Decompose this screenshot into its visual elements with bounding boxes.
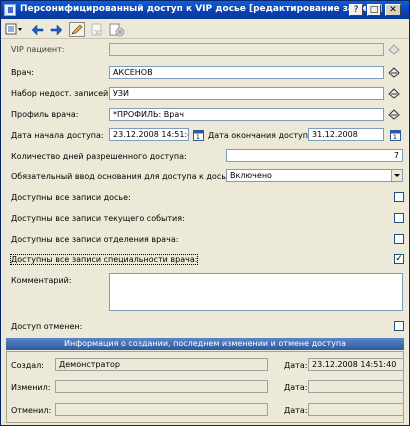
all-dossier-checkbox[interactable]	[394, 192, 404, 202]
revoked-by-field	[55, 403, 268, 416]
access-revoked-checkbox[interactable]	[394, 321, 404, 331]
access-end-field[interactable]: 31.12.2008	[308, 128, 384, 141]
created-date-field: 23.12.2008 14:51:40	[308, 358, 404, 371]
forward-icon[interactable]	[49, 22, 63, 37]
svg-text:1: 1	[393, 134, 397, 141]
title-bar[interactable]: Персонифицированный доступ к VIP досье […	[1, 1, 409, 19]
doctor-profile-field[interactable]: *ПРОФИЛЬ: Врач	[109, 108, 384, 121]
doctor-profile-select-icon[interactable]	[388, 109, 400, 120]
checkmark-icon: ✓	[395, 254, 403, 264]
delete-icon[interactable]	[89, 22, 105, 37]
back-icon[interactable]	[31, 22, 45, 37]
unavailable-set-select-icon[interactable]	[388, 88, 400, 99]
all-department-checkbox[interactable]	[394, 234, 404, 244]
revoked-date-label: Дата:	[284, 406, 308, 415]
access-start-field[interactable]: 23.12.2008 14:51:4	[109, 128, 189, 141]
modified-date-label: Дата:	[284, 383, 308, 392]
vip-patient-label: VIP пациент:	[11, 45, 65, 54]
access-revoked-label: Доступ отменен:	[11, 322, 83, 331]
all-event-checkbox[interactable]	[394, 213, 404, 223]
all-event-label: Доступны все записи текущего события:	[11, 214, 185, 223]
edit-icon[interactable]	[69, 22, 85, 37]
end-calendar-icon[interactable]: 1	[390, 129, 401, 141]
vip-patient-select-icon	[388, 44, 400, 55]
all-specialty-label: Доступны все записи специальности врача:	[9, 254, 199, 265]
toolbar	[1, 19, 409, 39]
modified-date-field	[308, 380, 404, 393]
cancel-icon[interactable]	[109, 22, 125, 37]
doctor-label: Врач:	[11, 68, 34, 77]
created-date-label: Дата:	[284, 361, 308, 370]
help-button[interactable]: ?	[349, 4, 363, 16]
dialog-window: Персонифицированный доступ к VIP досье […	[0, 0, 410, 426]
all-department-label: Доступны все записи отделения врача:	[11, 235, 179, 244]
svg-text:1: 1	[196, 134, 200, 141]
unavailable-set-field[interactable]: УЗИ	[109, 87, 384, 100]
doctor-field[interactable]: АКСЕНОВ	[109, 66, 384, 79]
reason-required-select[interactable]: Включено	[226, 169, 403, 182]
all-specialty-checkbox[interactable]: ✓	[394, 254, 404, 264]
window-title: Персонифицированный доступ к VIP досье […	[20, 4, 383, 14]
app-icon	[4, 4, 16, 16]
chevron-down-icon[interactable]	[391, 170, 402, 181]
start-calendar-icon[interactable]: 1	[193, 129, 204, 141]
close-button[interactable]: ✕	[385, 4, 401, 16]
doctor-select-icon[interactable]	[388, 67, 400, 78]
modified-by-label: Изменил:	[11, 383, 51, 392]
unavailable-set-label: Набор недост. записей:	[11, 89, 111, 98]
reason-required-label: Обязательный ввод основания для доступа …	[11, 172, 234, 181]
maximize-button[interactable]: □	[367, 4, 381, 16]
menu-icon[interactable]	[5, 22, 23, 37]
revoked-by-label: Отменил:	[11, 406, 52, 415]
created-by-label: Создал:	[11, 361, 44, 370]
vip-patient-field	[109, 43, 384, 56]
access-end-label: Дата окончания доступа:	[208, 131, 316, 140]
comment-label: Комментарий:	[11, 276, 72, 285]
days-allowed-label: Количество дней разрешенного доступа:	[11, 152, 187, 161]
all-dossier-label: Доступны все записи досье:	[11, 193, 131, 202]
modified-by-field	[55, 380, 268, 393]
days-allowed-field[interactable]: 7	[226, 149, 403, 162]
reason-required-value: Включено	[230, 171, 272, 180]
comment-field[interactable]	[109, 273, 403, 311]
access-start-label: Дата начала доступа:	[11, 131, 104, 140]
revoked-date-field	[308, 403, 404, 416]
info-section-header: Информация о создании, последнем изменен…	[6, 338, 404, 350]
doctor-profile-label: Профиль врача:	[11, 110, 79, 119]
created-by-field: Демонстратор	[55, 358, 268, 371]
